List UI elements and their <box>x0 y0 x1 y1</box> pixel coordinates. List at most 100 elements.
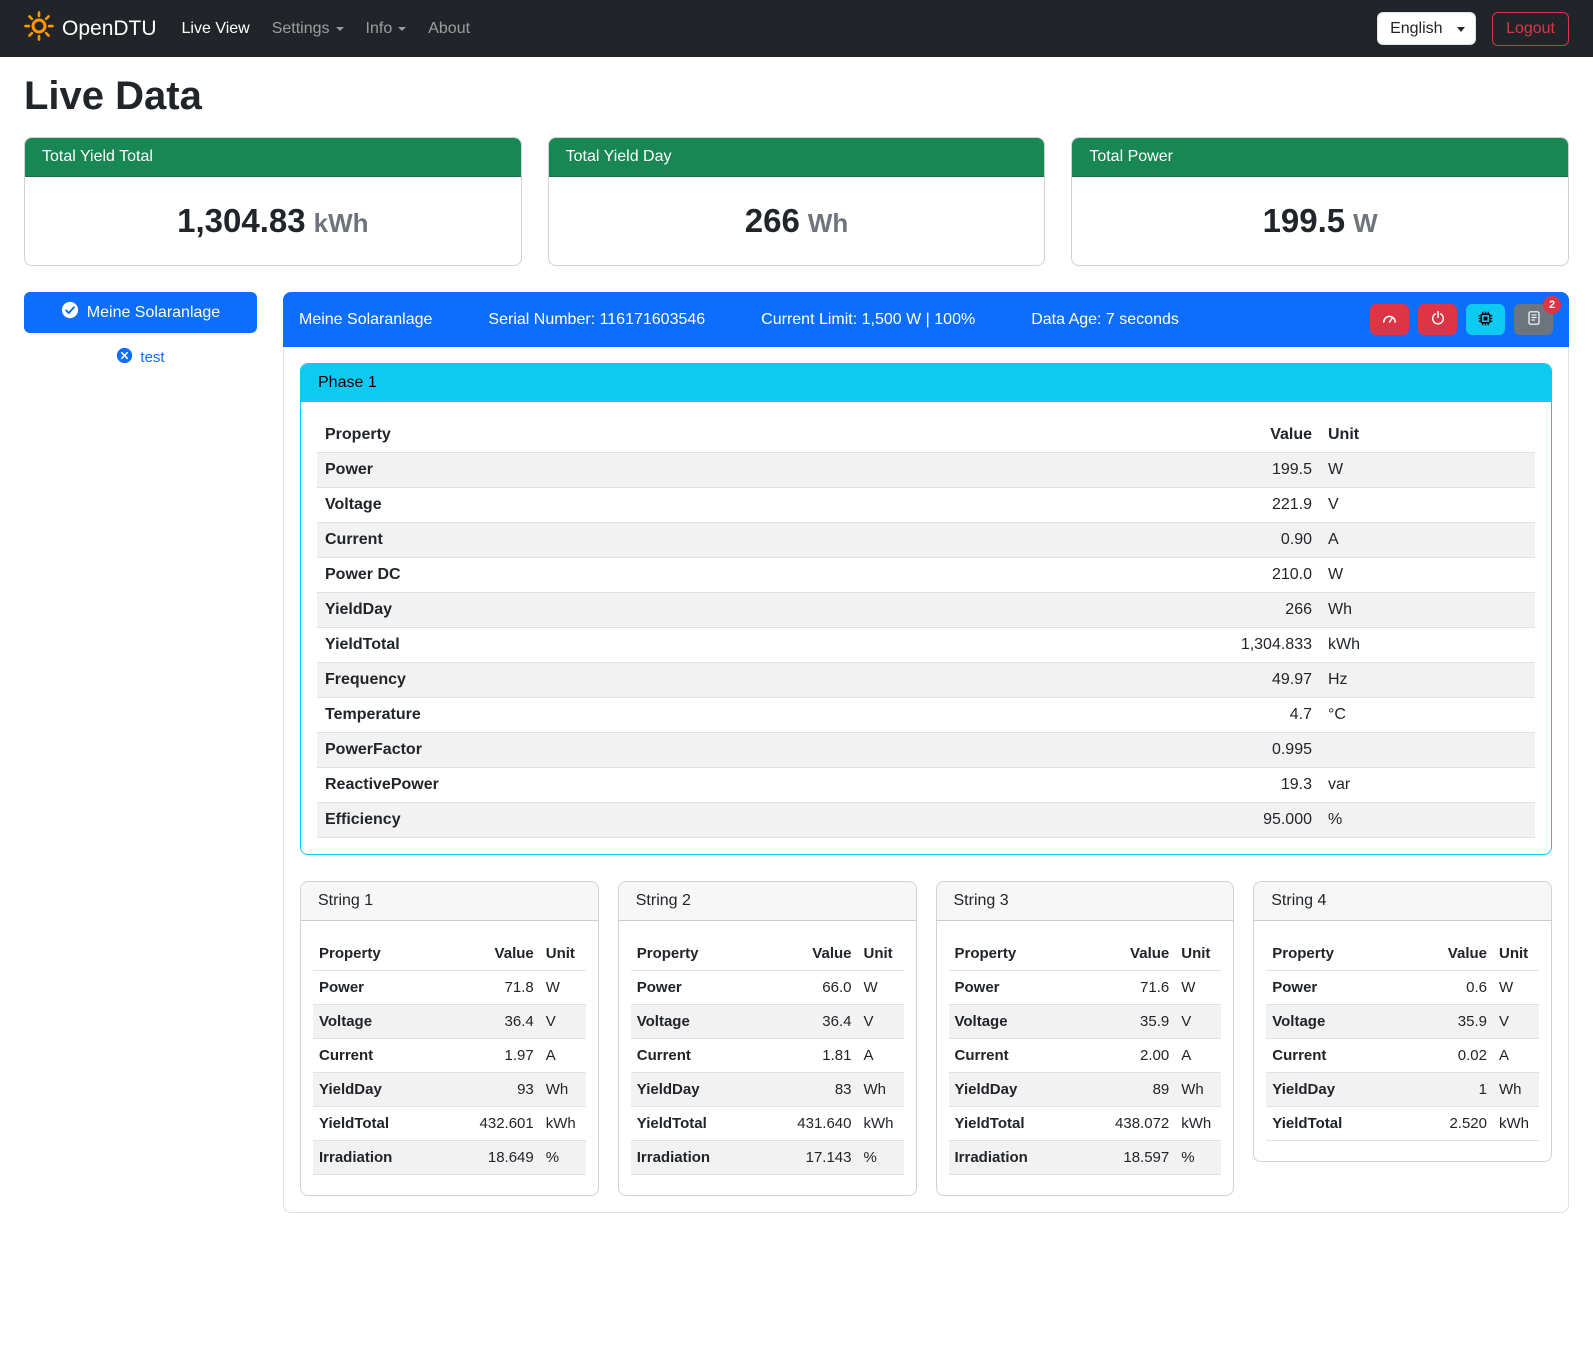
property-cell: YieldTotal <box>949 1107 1094 1141</box>
property-cell: Current <box>1266 1039 1411 1073</box>
unit-cell: kWh <box>1175 1107 1221 1141</box>
limit-settings-button[interactable] <box>1370 304 1409 335</box>
table-header-row: PropertyValueUnit <box>949 937 1222 971</box>
sidebar-item-test[interactable]: test <box>24 347 257 368</box>
unit-cell: kWh <box>858 1107 904 1141</box>
nav-about[interactable]: About <box>417 12 481 46</box>
property-cell: YieldTotal <box>631 1107 776 1141</box>
value-cell: 0.6 <box>1411 971 1493 1005</box>
string-card-body: PropertyValueUnitPower71.8WVoltage36.4VC… <box>301 921 598 1195</box>
nav-settings[interactable]: Settings <box>261 12 355 46</box>
unit-cell: Wh <box>1320 593 1535 628</box>
power-settings-button[interactable] <box>1418 304 1457 335</box>
unit-cell: Wh <box>1175 1073 1221 1107</box>
serial-number: Serial Number: 116171603546 <box>488 311 705 329</box>
property-cell: Current <box>317 523 917 558</box>
navbar-right: English Logout <box>1377 12 1569 46</box>
table-row: ReactivePower19.3var <box>317 768 1535 803</box>
table-row: Irradiation17.143% <box>631 1141 904 1175</box>
table-row: Voltage35.9V <box>949 1005 1222 1039</box>
value-cell: 71.6 <box>1093 971 1175 1005</box>
column-header: Unit <box>858 937 904 971</box>
nav-links: Live View Settings Info About <box>171 12 482 46</box>
card-body: 266Wh <box>549 177 1045 265</box>
table-row: Voltage221.9V <box>317 488 1535 523</box>
unit-cell: Wh <box>1493 1073 1539 1107</box>
property-cell: Power <box>313 971 458 1005</box>
property-cell: Irradiation <box>313 1141 458 1175</box>
inverter-select-button[interactable]: Meine Solaranlage <box>24 292 257 333</box>
logout-button[interactable]: Logout <box>1492 12 1569 46</box>
value-cell: 35.9 <box>1093 1005 1175 1039</box>
table-row: Irradiation18.597% <box>949 1141 1222 1175</box>
table-row: YieldTotal432.601kWh <box>313 1107 586 1141</box>
table-header-row: PropertyValueUnit <box>1266 937 1539 971</box>
event-log-button[interactable]: 2 <box>1514 304 1553 335</box>
strings-row: String 1 PropertyValueUnitPower71.8WVolt… <box>300 881 1552 1196</box>
unit-cell: var <box>1320 768 1535 803</box>
unit-cell: W <box>1175 971 1221 1005</box>
table-row: Current0.02A <box>1266 1039 1539 1073</box>
column-header: Property <box>317 418 917 453</box>
table-header-row: PropertyValueUnit <box>313 937 586 971</box>
table-row: YieldDay93Wh <box>313 1073 586 1107</box>
table-row: Power66.0W <box>631 971 904 1005</box>
table-row: YieldDay1Wh <box>1266 1073 1539 1107</box>
unit-cell: Wh <box>858 1073 904 1107</box>
column-header: Unit <box>540 937 586 971</box>
chevron-down-icon <box>398 27 406 31</box>
value-cell: 89 <box>1093 1073 1175 1107</box>
value-cell: 2.00 <box>1093 1039 1175 1073</box>
table-row: Frequency49.97Hz <box>317 663 1535 698</box>
brand[interactable]: OpenDTU <box>24 11 157 47</box>
value-cell: 66.0 <box>776 971 858 1005</box>
nav-info[interactable]: Info <box>355 12 418 46</box>
total-power-value: 199.5 <box>1263 202 1346 239</box>
x-circle-icon <box>116 347 133 368</box>
cpu-icon <box>1477 310 1494 330</box>
unit-cell: A <box>1175 1039 1221 1073</box>
property-cell: Efficiency <box>317 803 917 838</box>
property-cell: Current <box>949 1039 1094 1073</box>
gauge-icon <box>1381 310 1398 330</box>
property-cell: YieldDay <box>313 1073 458 1107</box>
value-cell: 4.7 <box>917 698 1320 733</box>
phase-title: Phase 1 <box>301 364 1551 402</box>
language-select[interactable]: English <box>1377 12 1476 45</box>
value-cell: 36.4 <box>776 1005 858 1039</box>
string-1-card: String 1 PropertyValueUnitPower71.8WVolt… <box>300 881 599 1196</box>
unit-cell: A <box>858 1039 904 1073</box>
property-cell: Temperature <box>317 698 917 733</box>
content-row: Meine Solaranlage test Meine Solaranlage… <box>24 292 1569 1213</box>
column-header: Value <box>458 937 540 971</box>
value-cell: 95.000 <box>917 803 1320 838</box>
string-card-body: PropertyValueUnitPower71.6WVoltage35.9VC… <box>937 921 1234 1195</box>
column-header: Property <box>1266 937 1411 971</box>
property-cell: Voltage <box>1266 1005 1411 1039</box>
property-cell: Power <box>1266 971 1411 1005</box>
property-cell: Voltage <box>949 1005 1094 1039</box>
total-yield-day-card: Total Yield Day 266Wh <box>548 137 1046 266</box>
column-header: Value <box>1411 937 1493 971</box>
table-row: Current1.97A <box>313 1039 586 1073</box>
journal-icon <box>1526 310 1542 329</box>
value-cell: 36.4 <box>458 1005 540 1039</box>
property-cell: YieldTotal <box>313 1107 458 1141</box>
property-cell: YieldDay <box>317 593 917 628</box>
nav-live-view[interactable]: Live View <box>171 12 261 46</box>
device-info-button[interactable] <box>1466 304 1505 335</box>
card-body: 1,304.83kWh <box>25 177 521 265</box>
column-header: Unit <box>1493 937 1539 971</box>
string-2-table: PropertyValueUnitPower66.0WVoltage36.4VC… <box>631 937 904 1175</box>
total-yield-day-value: 266 <box>745 202 800 239</box>
unit-cell: % <box>1320 803 1535 838</box>
string-title: String 1 <box>301 882 598 921</box>
table-row: PowerFactor0.995 <box>317 733 1535 768</box>
power-icon <box>1430 310 1446 329</box>
table-row: YieldTotal438.072kWh <box>949 1107 1222 1141</box>
page-container: Live Data Total Yield Total 1,304.83kWh … <box>0 74 1593 1253</box>
value-cell: 0.995 <box>917 733 1320 768</box>
unit-cell: A <box>1320 523 1535 558</box>
column-header: Unit <box>1320 418 1535 453</box>
chevron-down-icon <box>336 27 344 31</box>
